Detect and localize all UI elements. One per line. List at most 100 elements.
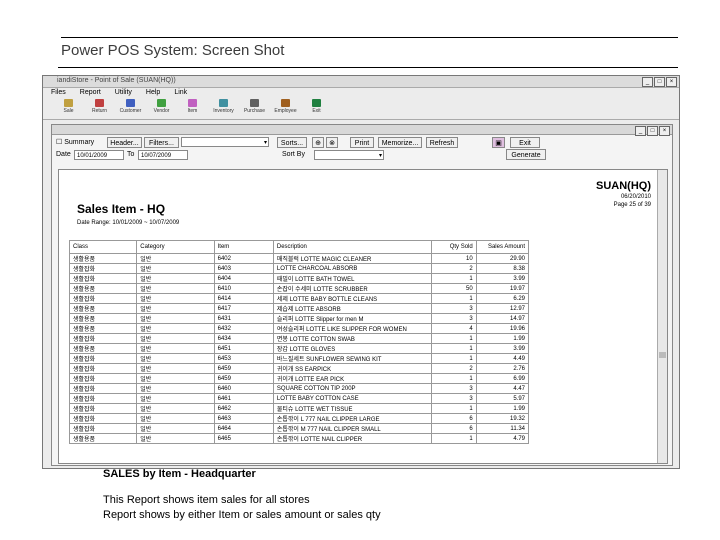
checkbox-icon[interactable]: ☐ — [56, 139, 62, 146]
toolbar-vendor[interactable]: Vendor — [146, 97, 177, 119]
close-report-icon[interactable]: ⊗ — [326, 137, 338, 148]
table-cell: 1 — [430, 403, 477, 414]
refresh-button[interactable]: Refresh — [426, 137, 458, 148]
report-scrollbar[interactable] — [657, 170, 667, 463]
generate-button[interactable]: Generate — [506, 149, 546, 160]
table-cell: 6434 — [213, 333, 274, 344]
col-item: Item — [213, 240, 274, 254]
menu-help[interactable]: Help — [146, 88, 160, 97]
slide-description-2: Report shows by either Item or sales amo… — [103, 509, 381, 521]
menu-utility[interactable]: Utility — [115, 88, 132, 97]
table-cell: 귀이개 SS EARPICK — [272, 363, 432, 374]
header-button[interactable]: Header... — [107, 137, 142, 148]
table-cell: 6461 — [213, 393, 274, 404]
table-cell: 10 — [430, 253, 477, 264]
report-select[interactable]: ▾ — [181, 137, 269, 147]
toolbar-return[interactable]: Return — [84, 97, 115, 119]
customer-icon — [126, 99, 135, 107]
exit-button[interactable]: Exit — [510, 137, 540, 148]
return-icon — [95, 99, 104, 107]
slide-rule-mid — [58, 67, 678, 68]
table-cell: 2 — [430, 263, 477, 274]
col-category: Category — [136, 240, 215, 254]
sort-by-select[interactable]: ▾ — [314, 150, 384, 160]
toolbar-sale[interactable]: Sale — [53, 97, 84, 119]
child-minimize-icon[interactable]: _ — [635, 126, 646, 136]
toolbar-employee[interactable]: Employee — [270, 97, 301, 119]
table-cell: 6403 — [213, 263, 274, 274]
table-cell: 1 — [430, 273, 477, 284]
menu-link[interactable]: Link — [174, 88, 187, 97]
table-cell: 일반 — [136, 253, 215, 264]
table-row: 생활잡화 일반 6459 귀이개 LOTTE EAR PICK 1 6.99 — [68, 373, 530, 384]
summary-checkbox-group[interactable]: ☐ Summary — [56, 138, 94, 146]
table-cell: 1 — [430, 353, 477, 364]
toolbar-customer[interactable]: Customer — [115, 97, 146, 119]
table-cell: LOTTE BABY COTTON CASE — [272, 393, 432, 404]
minimize-icon[interactable]: _ — [642, 77, 653, 87]
table-row: 생활잡화 일반 6434 면봉 LOTTE COTTON SWAB 1 1.99 — [68, 333, 530, 344]
date-from-field[interactable]: 10/01/2009 — [74, 150, 124, 160]
table-cell: 일반 — [136, 393, 215, 404]
table-cell: 생활잡화 — [68, 263, 138, 274]
toolbar-inventory[interactable]: Inventory — [208, 97, 239, 119]
toolbar-exit[interactable]: Exit — [301, 97, 332, 119]
report-page: Page 25 of 39 — [613, 202, 651, 208]
report-icon[interactable]: ▣ — [492, 137, 505, 148]
toolbar-purchase[interactable]: Purchase — [239, 97, 270, 119]
table-cell: 6464 — [213, 423, 274, 434]
table-cell: 일반 — [136, 273, 215, 284]
toolbar-item[interactable]: Item — [177, 97, 208, 119]
menu-report[interactable]: Report — [80, 88, 101, 97]
table-cell: 물티슈 LOTTE WET TISSUE — [272, 403, 432, 414]
toolbar-return-label: Return — [91, 108, 107, 114]
table-cell: 생활잡화 — [68, 353, 138, 364]
scrollbar-thumb[interactable] — [659, 352, 666, 358]
date-label: Date — [56, 151, 71, 158]
table-cell: 생활잡화 — [68, 293, 138, 304]
table-cell: 19.97 — [475, 283, 530, 294]
filters-button[interactable]: Filters... — [144, 137, 179, 148]
memorize-button[interactable]: Memorize... — [378, 137, 422, 148]
child-close-icon[interactable]: × — [659, 126, 670, 136]
report-child-window: _ □ × ☐ Summary Header... Filters... ▾ S… — [51, 124, 673, 466]
table-cell: 6451 — [213, 343, 274, 354]
table-cell: 여성슬리퍼 LOTTE LIKE SLIPPER FOR WOMEN — [272, 323, 432, 334]
table-cell: 2 — [430, 363, 477, 374]
table-cell: SQUARE COTTON TIP 200P — [272, 383, 432, 394]
table-row: 생활잡화 일반 6462 물티슈 LOTTE WET TISSUE 1 1.99 — [68, 403, 530, 414]
table-row: 생활잡화 일반 6461 LOTTE BABY COTTON CASE 3 5.97 — [68, 393, 530, 404]
maximize-icon[interactable]: □ — [654, 77, 665, 87]
toolbar-exit-label: Exit — [312, 108, 321, 114]
table-cell: 생활용품 — [68, 253, 138, 264]
table-cell: 19.96 — [475, 323, 530, 334]
zoom-icon[interactable]: ⊕ — [312, 137, 324, 148]
col-sales-amount: Sales Amount — [475, 240, 530, 254]
slide-caption: SALES by Item - Headquarter — [103, 468, 256, 480]
table-row: 생활잡화 일반 6463 손톱깎이 L 777 NAIL CLIPPER LARGE 6… — [68, 413, 530, 424]
table-cell: 6 — [430, 423, 477, 434]
table-cell: 1 — [430, 343, 477, 354]
app-title: iandiStore - Point of Sale (SUAN(HQ)) — [57, 77, 176, 84]
table-header-row: Class Category Item Description Qty Sold… — [68, 240, 530, 254]
sort-by-label: Sort By — [282, 151, 305, 158]
date-to-field[interactable]: 10/07/2009 — [138, 150, 188, 160]
table-cell: 8.38 — [475, 263, 530, 274]
print-button[interactable]: Print — [350, 137, 374, 148]
vendor-icon — [157, 99, 166, 107]
table-cell: 6462 — [213, 403, 274, 414]
child-maximize-icon[interactable]: □ — [647, 126, 658, 136]
menu-files[interactable]: Files — [51, 88, 66, 97]
sorts-button[interactable]: Sorts... — [277, 137, 307, 148]
table-cell: 3.99 — [475, 273, 530, 284]
table-cell: 6 — [430, 413, 477, 424]
close-icon[interactable]: × — [666, 77, 677, 87]
table-row: 생활용품 일반 6431 슬리퍼 LOTTE Slipper for men M 3 14… — [68, 313, 530, 324]
table-cell: 손톱깎이 LOTTE NAIL CLIPPER — [272, 433, 432, 444]
inventory-icon — [219, 99, 228, 107]
table-cell: 6414 — [213, 293, 274, 304]
toolbar-inventory-label: Inventory — [213, 108, 234, 114]
slide-description-1: This Report shows item sales for all sto… — [103, 494, 310, 506]
table-cell: 6460 — [213, 383, 274, 394]
chevron-down-icon: ▾ — [263, 140, 267, 146]
